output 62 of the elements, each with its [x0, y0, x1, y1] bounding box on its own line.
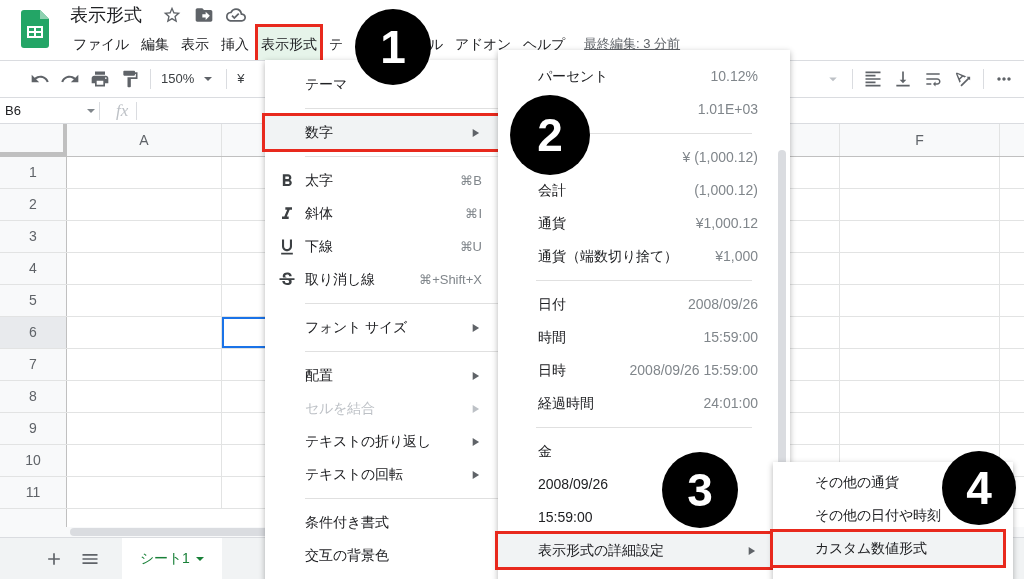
menu-item[interactable]: 時間 15:59:00	[498, 321, 790, 354]
menu-item[interactable]: パーセント 10.12%	[498, 60, 790, 93]
menu-item[interactable]: 日時 2008/09/26 15:59:00	[498, 354, 790, 387]
spreadsheet-logo[interactable]	[21, 10, 49, 48]
menu-item[interactable]: 交互の背景色	[265, 539, 498, 572]
menu-item[interactable]: 取り消し線 ⌘+Shift+X	[265, 263, 498, 296]
step-number-badge: 4	[942, 451, 1016, 525]
caret-icon	[204, 77, 213, 81]
row-header[interactable]: 3	[0, 221, 67, 252]
last-edit-link[interactable]: 最終編集: 3 分前	[584, 34, 681, 54]
row-header[interactable]: 5	[0, 285, 67, 316]
menu-bar-item[interactable]: 編集	[138, 26, 172, 62]
name-box[interactable]: B6	[0, 101, 100, 120]
menu-item[interactable]: 下線 ⌘U	[265, 230, 498, 263]
row-header[interactable]: 8	[0, 381, 67, 412]
menu-item[interactable]: 経過時間 24:01:00	[498, 387, 790, 420]
column-header[interactable]: F	[840, 124, 1000, 156]
step-number-badge: 1	[355, 9, 431, 85]
paint-format-icon[interactable]	[120, 69, 140, 89]
function-label: fx	[116, 99, 129, 122]
menu-item[interactable]: 数字	[265, 116, 498, 149]
menu-bar-item[interactable]: ファイル	[70, 26, 132, 62]
menu-item[interactable]: 斜体 ⌘I	[265, 197, 498, 230]
row-header[interactable]: 1	[0, 157, 67, 188]
menu-item[interactable]: フォント サイズ	[265, 311, 498, 344]
menu-item[interactable]: 日付 2008/09/26	[498, 288, 790, 321]
vertical-align-icon[interactable]	[893, 69, 913, 89]
print-icon[interactable]	[90, 69, 110, 89]
menu-item[interactable]: 通貨 ¥1,000.12	[498, 207, 790, 240]
caret-icon	[87, 108, 95, 113]
row-header[interactable]: 11	[0, 477, 67, 508]
column-header[interactable]: A	[67, 124, 222, 156]
menu-item[interactable]: テキストの折り返し	[265, 425, 498, 458]
menu-bar-item[interactable]: テ	[326, 26, 346, 62]
cloud-icon[interactable]	[226, 5, 246, 25]
row-header[interactable]: 7	[0, 349, 67, 380]
menu-bar-item[interactable]: 表示形式	[258, 26, 320, 62]
menu-item[interactable]: 太字 ⌘B	[265, 164, 498, 197]
row-header[interactable]: 6	[0, 317, 67, 348]
menu-bar-item[interactable]: ヘルプ	[520, 26, 568, 62]
row-header[interactable]: 9	[0, 413, 67, 444]
row-header[interactable]	[0, 509, 67, 527]
caret-icon	[195, 556, 204, 561]
menu-bar-item[interactable]: 表示	[178, 26, 212, 62]
row-header[interactable]: 2	[0, 189, 67, 220]
menu-item[interactable]: 配置	[265, 359, 498, 392]
menu-bar-item[interactable]: 挿入	[218, 26, 252, 62]
row-header[interactable]: 4	[0, 253, 67, 284]
zoom-dropdown[interactable]: 150%	[161, 69, 217, 89]
menu-bar-item[interactable]: アドオン	[452, 26, 514, 62]
menu-item[interactable]: テキストの回転	[265, 458, 498, 491]
currency-format-button[interactable]: ¥	[237, 69, 245, 89]
menu-item[interactable]: 通貨（端数切り捨て） ¥1,000	[498, 240, 790, 273]
menu-item[interactable]: 条件付き書式	[265, 506, 498, 539]
align-left-icon[interactable]	[863, 69, 883, 89]
folder-icon[interactable]	[194, 5, 214, 25]
document-title[interactable]: 表示形式	[70, 1, 142, 29]
sheet-tab[interactable]: シート1	[122, 538, 222, 579]
menu-item[interactable]: 会計 (1,000.12)	[498, 174, 790, 207]
star-icon[interactable]	[162, 5, 182, 25]
row-header[interactable]: 10	[0, 445, 67, 476]
menu-item[interactable]: カスタム数値形式	[773, 532, 1003, 565]
